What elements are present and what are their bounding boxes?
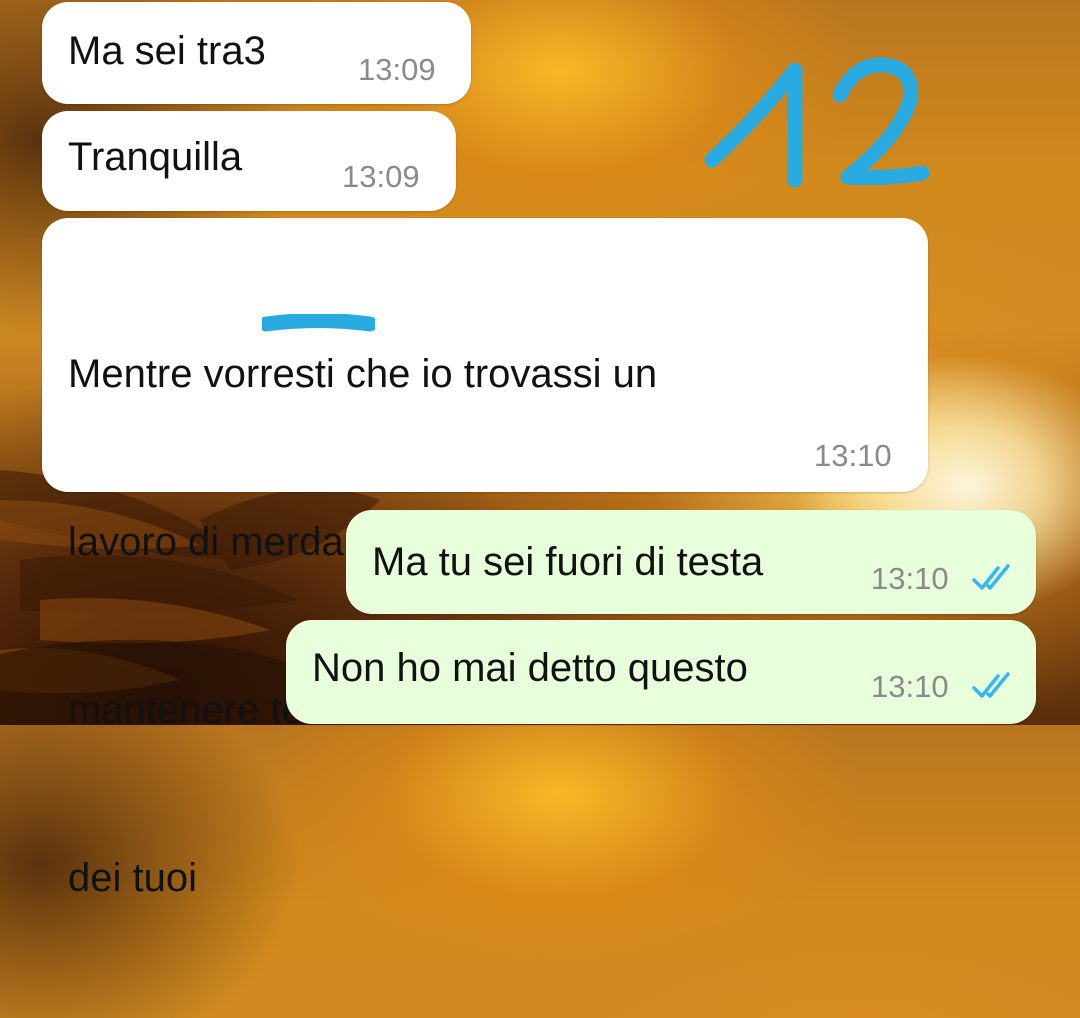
message-text: Non ho mai detto questo	[312, 646, 748, 690]
message-bubble-outgoing[interactable]: Non ho mai detto questo 13:10	[286, 620, 1036, 724]
double-check-icon	[972, 672, 1010, 698]
message-timestamp: 13:09	[358, 52, 436, 87]
handwritten-annotation: 12	[704, 57, 930, 188]
message-timestamp: 13:10	[871, 561, 949, 596]
double-check-icon	[972, 564, 1010, 590]
message-timestamp: 13:09	[342, 159, 420, 194]
censor-mark	[262, 314, 375, 332]
message-text: Ma tu sei fuori di testa	[372, 540, 764, 584]
message-line: dei tuoi	[68, 856, 197, 900]
message-timestamp: 13:10	[871, 669, 949, 704]
message-line: Mentre vorresti che io trovassi un	[68, 352, 658, 396]
message-text: Ma sei tra3	[68, 29, 266, 73]
message-bubble-incoming[interactable]: Mentre vorresti che io trovassi un lavor…	[42, 218, 928, 900]
message-text: Tranquilla	[68, 135, 243, 179]
message-bubble-incoming[interactable]: Tranquilla 13:09	[42, 111, 456, 211]
message-timestamp: 13:10	[814, 438, 892, 473]
message-bubble-outgoing[interactable]: Ma tu sei fuori di testa 13:10	[346, 510, 1036, 614]
message-bubble-incoming[interactable]: Ma sei tra3 13:09	[42, 2, 471, 104]
